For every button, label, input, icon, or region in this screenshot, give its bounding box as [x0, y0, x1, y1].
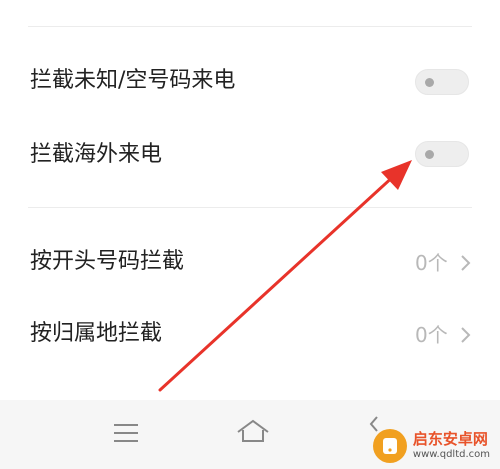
divider [28, 207, 472, 208]
watermark-logo-icon [372, 429, 407, 463]
block-unknown-calls-toggle[interactable] [415, 69, 469, 95]
block-by-region-count: 0个 [415, 323, 448, 347]
toggle-knob [425, 78, 434, 87]
settings-card: 拦截未知/空号码来电 拦截海外来电 按开头号码拦截 0个 按归属地拦截 0个 [0, 0, 500, 400]
home-icon[interactable] [235, 418, 271, 444]
block-overseas-calls-label: 拦截海外来电 [30, 142, 163, 167]
chevron-right-icon [461, 327, 471, 343]
block-overseas-calls-toggle[interactable] [415, 141, 469, 167]
watermark: 启东安卓网 www.qdltd.com [372, 429, 490, 463]
block-by-region-label: 按归属地拦截 [30, 321, 163, 346]
menu-icon[interactable] [112, 422, 140, 444]
toggle-knob [425, 150, 434, 159]
chevron-right-icon [461, 255, 471, 271]
block-by-prefix-label: 按开头号码拦截 [30, 249, 185, 274]
divider [28, 26, 472, 27]
watermark-url: www.qdltd.com [412, 449, 490, 460]
block-unknown-calls-label: 拦截未知/空号码来电 [30, 68, 236, 93]
block-by-prefix-count: 0个 [415, 251, 448, 275]
watermark-title: 启东安卓网 [412, 430, 488, 448]
